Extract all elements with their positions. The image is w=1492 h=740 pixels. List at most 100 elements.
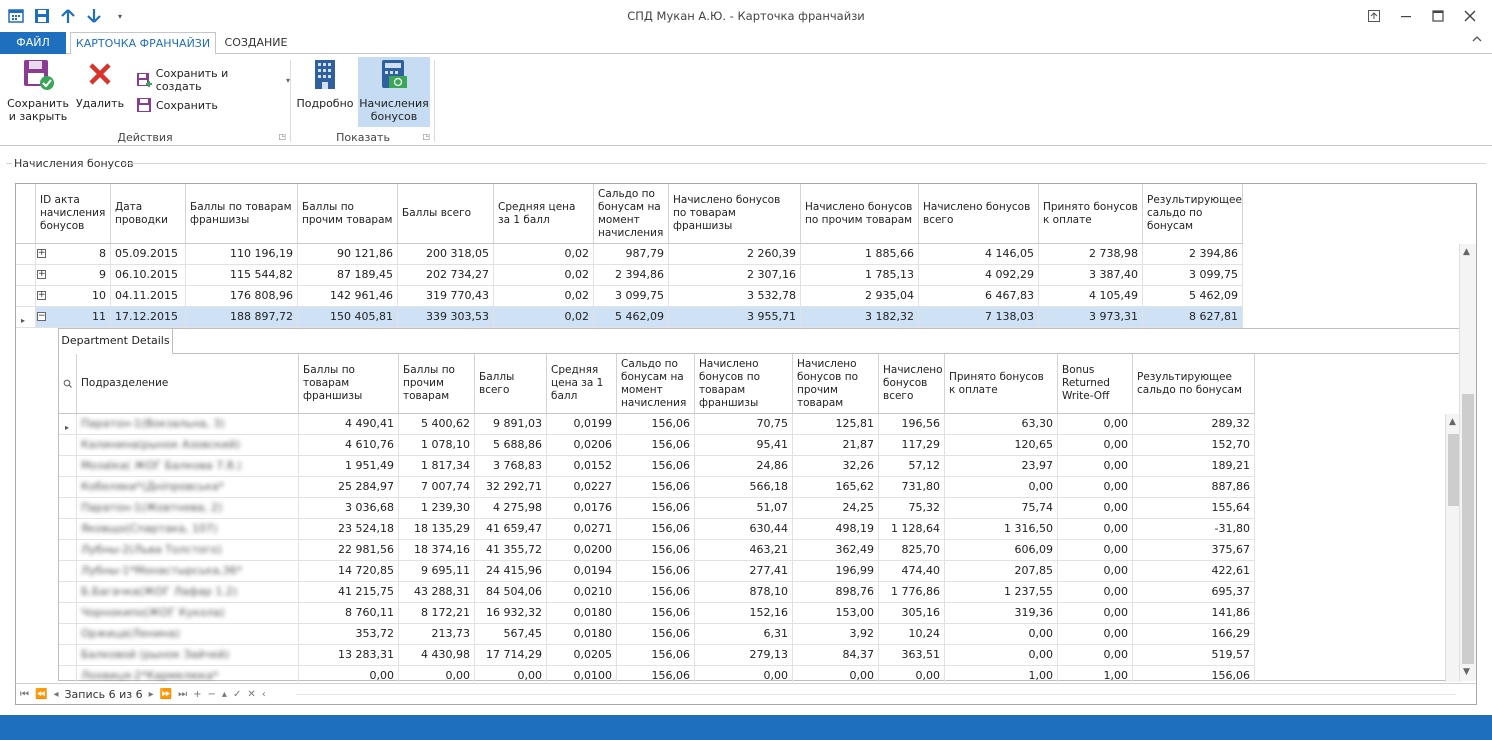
- table-cell[interactable]: 0,0100: [547, 666, 617, 682]
- table-cell[interactable]: 17 714,29: [475, 645, 547, 666]
- table-cell[interactable]: 115 544,82: [186, 265, 298, 286]
- last-record-icon[interactable]: ⏭: [178, 689, 187, 700]
- table-cell[interactable]: 11: [36, 307, 111, 328]
- table-cell[interactable]: 213,73: [399, 624, 475, 645]
- table-cell[interactable]: 0,0199: [547, 414, 617, 435]
- column-header[interactable]: Баллы всего: [475, 354, 547, 414]
- expand-row-icon[interactable]: +: [37, 270, 46, 279]
- table-cell[interactable]: 0,0206: [547, 435, 617, 456]
- maximize-icon[interactable]: [1424, 6, 1452, 26]
- table-row[interactable]: 8 05.09.2015 110 196,19 90 121,86 200 318,05…: [16, 244, 1243, 265]
- table-cell[interactable]: 196,99: [793, 561, 879, 582]
- detail-button[interactable]: Подробно: [296, 57, 354, 110]
- table-cell[interactable]: 7 007,74: [399, 477, 475, 498]
- column-header[interactable]: Дата проводки: [111, 184, 186, 244]
- save-close-button[interactable]: Сохранить и закрыть: [4, 57, 72, 123]
- table-cell[interactable]: 17.12.2015: [111, 307, 186, 328]
- tab-create[interactable]: СОЗДАНИЕ: [220, 32, 292, 54]
- table-cell[interactable]: 1 785,13: [801, 265, 919, 286]
- table-cell[interactable]: 2 307,16: [669, 265, 801, 286]
- column-header[interactable]: Начислено бонусов всего: [919, 184, 1039, 244]
- table-cell[interactable]: 18 135,29: [399, 519, 475, 540]
- table-cell[interactable]: 156,06: [617, 645, 695, 666]
- table-cell[interactable]: 176 808,96: [186, 286, 298, 307]
- table-row[interactable]: Мозаїка( ЖОГ Балкова 7.8.) 1 951,49 1 817,…: [59, 456, 1257, 477]
- table-cell[interactable]: 4 275,98: [475, 498, 547, 519]
- table-cell[interactable]: 152,16: [695, 603, 793, 624]
- table-cell[interactable]: 150 405,81: [298, 307, 398, 328]
- table-cell[interactable]: 23,97: [945, 456, 1058, 477]
- table-row[interactable]: Яковщо(Спартака, 107) 23 524,18 18 135,29 4…: [59, 519, 1257, 540]
- table-cell[interactable]: 353,72: [299, 624, 399, 645]
- table-cell[interactable]: 141,86: [1133, 603, 1255, 624]
- expand-row-icon[interactable]: +: [37, 249, 46, 258]
- table-cell[interactable]: 0,00: [299, 666, 399, 682]
- department-name-cell[interactable]: Лубны-1*Монастырська,36*: [77, 561, 299, 582]
- table-cell[interactable]: 24,25: [793, 498, 879, 519]
- table-cell[interactable]: 207,85: [945, 561, 1058, 582]
- table-cell[interactable]: 1 776,86: [879, 582, 945, 603]
- table-cell[interactable]: 519,57: [1133, 645, 1255, 666]
- table-cell[interactable]: 375,67: [1133, 540, 1255, 561]
- table-row[interactable]: Б.Багачка(ЖОГ Лафар 1.2) 41 215,75 43 288,…: [59, 582, 1257, 603]
- table-cell[interactable]: 878,10: [695, 582, 793, 603]
- column-header[interactable]: ID акта начисления бонусов: [36, 184, 111, 244]
- table-cell[interactable]: 41 215,75: [299, 582, 399, 603]
- table-cell[interactable]: 3 532,78: [669, 286, 801, 307]
- table-cell[interactable]: 24,86: [695, 456, 793, 477]
- table-row[interactable]: 10 04.11.2015 176 808,96 142 961,46 319 770,…: [16, 286, 1243, 307]
- column-header[interactable]: Баллы по прочим товарам: [298, 184, 398, 244]
- table-cell[interactable]: 8: [36, 244, 111, 265]
- prev-record-icon[interactable]: ◂: [53, 689, 58, 700]
- table-cell[interactable]: 0,00: [475, 666, 547, 682]
- table-cell[interactable]: 5 462,09: [1143, 286, 1243, 307]
- department-name-cell[interactable]: Балковой (рынок Зайчей): [77, 645, 299, 666]
- horizontal-scrollbar[interactable]: [296, 694, 1456, 695]
- table-cell[interactable]: 4 092,29: [919, 265, 1039, 286]
- prev-page-icon[interactable]: ⏪: [35, 689, 47, 700]
- table-cell[interactable]: 196,56: [879, 414, 945, 435]
- column-header[interactable]: Результирующее сальдо по бонусам: [1143, 184, 1243, 244]
- table-cell[interactable]: 152,70: [1133, 435, 1255, 456]
- table-cell[interactable]: 0,00: [945, 477, 1058, 498]
- table-cell[interactable]: 3 099,75: [594, 286, 669, 307]
- column-header[interactable]: Баллы по товарам франшизы: [186, 184, 298, 244]
- table-cell[interactable]: 41 659,47: [475, 519, 547, 540]
- table-cell[interactable]: 156,06: [617, 582, 695, 603]
- save-create-button[interactable]: Сохранить и создать ▾: [136, 67, 290, 93]
- column-header[interactable]: Баллы всего: [398, 184, 494, 244]
- department-name-cell[interactable]: Чорнокипо(ЖОГ Кукола): [77, 603, 299, 624]
- table-cell[interactable]: 0,02: [494, 265, 594, 286]
- table-cell[interactable]: 189,21: [1133, 456, 1255, 477]
- group-launcher-show-icon[interactable]: ◳: [422, 132, 430, 141]
- column-header[interactable]: Принято бонусов к оплате: [945, 354, 1058, 414]
- table-cell[interactable]: 156,06: [617, 624, 695, 645]
- table-cell[interactable]: 117,29: [879, 435, 945, 456]
- table-cell[interactable]: 41 355,72: [475, 540, 547, 561]
- table-cell[interactable]: 0,00: [1058, 645, 1133, 666]
- table-cell[interactable]: 32,26: [793, 456, 879, 477]
- table-cell[interactable]: 0,0152: [547, 456, 617, 477]
- scroll-left-icon[interactable]: ‹: [262, 689, 266, 700]
- table-cell[interactable]: 1,00: [1058, 666, 1133, 682]
- table-cell[interactable]: 0,00: [399, 666, 475, 682]
- table-cell[interactable]: 110 196,19: [186, 244, 298, 265]
- table-cell[interactable]: 0,00: [1058, 540, 1133, 561]
- table-cell[interactable]: 3 099,75: [1143, 265, 1243, 286]
- department-name-cell[interactable]: Б.Багачка(ЖОГ Лафар 1.2): [77, 582, 299, 603]
- table-cell[interactable]: 156,06: [617, 540, 695, 561]
- table-cell[interactable]: 87 189,45: [298, 265, 398, 286]
- table-cell[interactable]: 305,16: [879, 603, 945, 624]
- scroll-up-icon[interactable]: ▲: [1449, 417, 1456, 427]
- table-row[interactable]: Паратон-1(Жовтнева, 2) 3 036,68 1 239,30 4 …: [59, 498, 1257, 519]
- table-cell[interactable]: 0,00: [879, 666, 945, 682]
- table-cell[interactable]: 2 260,39: [669, 244, 801, 265]
- next-record-icon[interactable]: ▸: [149, 689, 154, 700]
- table-cell[interactable]: 0,00: [1058, 435, 1133, 456]
- table-row[interactable]: Калинина(рынок Азовский) 4 610,76 1 078,10…: [59, 435, 1257, 456]
- table-cell[interactable]: 0,0227: [547, 477, 617, 498]
- table-cell[interactable]: 153,00: [793, 603, 879, 624]
- table-cell[interactable]: 10,24: [879, 624, 945, 645]
- table-cell[interactable]: 0,00: [1058, 456, 1133, 477]
- table-row[interactable]: ▸ Паратон-1(Вокзальна, 3) 4 490,41 5 400,62…: [59, 414, 1257, 435]
